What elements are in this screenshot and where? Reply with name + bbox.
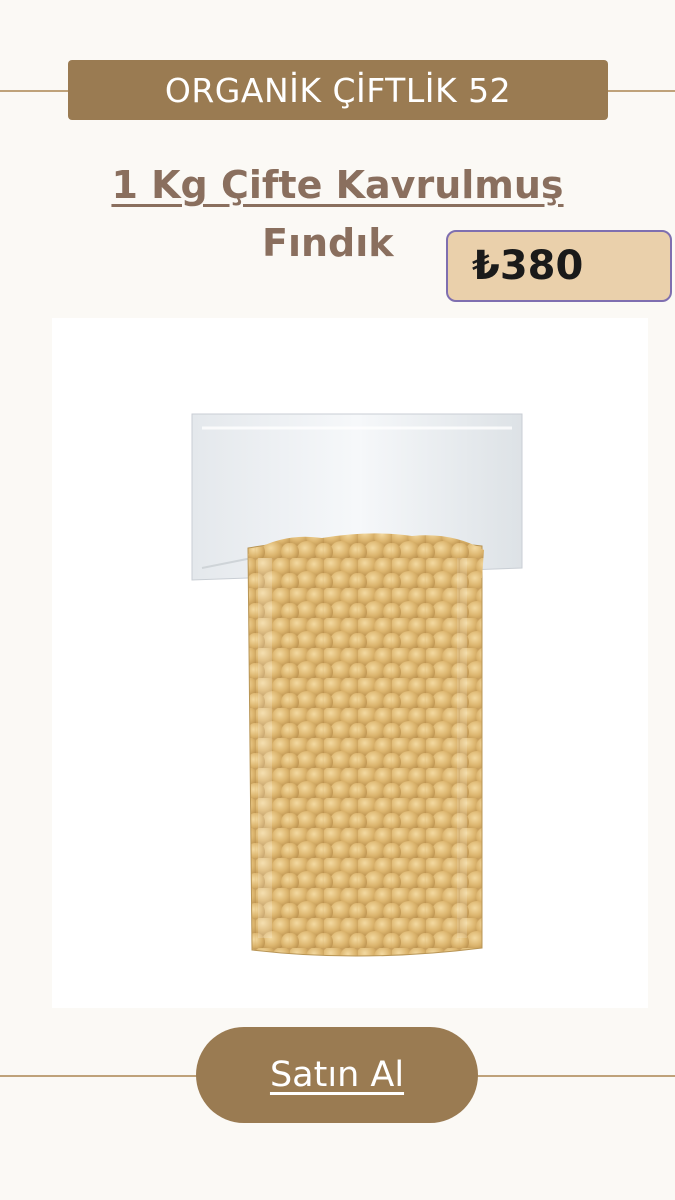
product-photo — [52, 318, 648, 1008]
bottom-divider-right — [476, 1075, 675, 1077]
top-divider-right — [606, 90, 675, 92]
product-title-line1: 1 Kg Çifte Kavrulmuş — [111, 163, 564, 207]
brand-banner: ORGANİK ÇİFTLİK 52 — [68, 60, 608, 120]
product-title-line2: Fındık — [262, 221, 394, 265]
buy-button[interactable]: Satın Al — [196, 1027, 478, 1123]
bottom-divider-left — [0, 1075, 198, 1077]
price-badge: ₺380 — [446, 230, 672, 302]
top-divider-left — [0, 90, 70, 92]
hazelnut-bag-icon — [191, 413, 523, 957]
